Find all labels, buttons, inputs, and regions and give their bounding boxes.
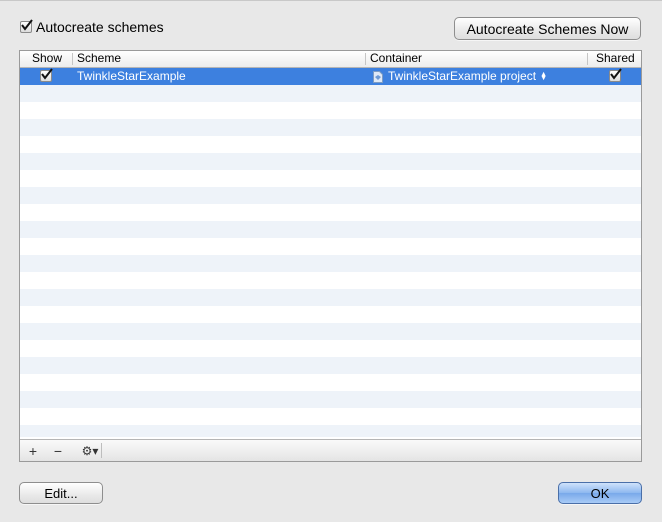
table-body: TwinkleStarExample TwinkleStarExample pr… (20, 68, 641, 437)
empty-row (20, 170, 641, 187)
empty-row (20, 221, 641, 238)
ok-button[interactable]: OK (558, 482, 642, 504)
popup-arrows-icon: ▲ ▼ (540, 70, 547, 82)
autocreate-schemes-now-button[interactable]: Autocreate Schemes Now (454, 17, 641, 40)
column-header-container[interactable]: Container (370, 51, 422, 67)
autocreate-schemes-checkbox[interactable]: Autocreate schemes (20, 19, 164, 35)
column-header-scheme[interactable]: Scheme (77, 51, 121, 67)
toolbar-divider (101, 443, 102, 458)
edit-button[interactable]: Edit... (19, 482, 103, 504)
container-name: TwinkleStarExample project (388, 69, 537, 83)
empty-row (20, 204, 641, 221)
empty-row (20, 102, 641, 119)
empty-row (20, 187, 641, 204)
project-document-icon (373, 70, 383, 83)
top-separator (0, 0, 662, 1)
remove-scheme-button[interactable]: − (46, 440, 70, 461)
empty-row (20, 85, 641, 102)
checkbox-icon[interactable] (20, 19, 33, 33)
empty-row (20, 306, 641, 323)
column-divider (587, 53, 588, 65)
empty-row (20, 255, 641, 272)
empty-row (20, 408, 641, 425)
empty-row (20, 323, 641, 340)
table-header: Show Scheme Container Shared (20, 51, 641, 68)
autocreate-schemes-label: Autocreate schemes (36, 19, 164, 35)
empty-row (20, 357, 641, 374)
shared-checkbox-icon[interactable] (609, 68, 622, 82)
empty-row (20, 238, 641, 255)
empty-row (20, 425, 641, 437)
empty-row (20, 153, 641, 170)
table-row[interactable]: TwinkleStarExample TwinkleStarExample pr… (20, 68, 641, 85)
column-header-show[interactable]: Show (32, 51, 62, 67)
empty-row (20, 391, 641, 408)
table-toolbar: + − ⚙▾ (20, 439, 641, 461)
empty-row (20, 340, 641, 357)
column-divider (365, 53, 366, 65)
empty-row (20, 374, 641, 391)
column-divider (72, 53, 73, 65)
container-popup[interactable]: TwinkleStarExample project ▲ ▼ (373, 68, 547, 85)
empty-row (20, 136, 641, 153)
empty-row (20, 289, 641, 306)
show-checkbox-icon[interactable] (40, 68, 53, 82)
empty-row (20, 119, 641, 136)
schemes-table: Show Scheme Container Shared TwinkleStar… (19, 50, 642, 462)
empty-row (20, 272, 641, 289)
column-header-shared[interactable]: Shared (596, 51, 635, 67)
scheme-name: TwinkleStarExample (77, 69, 186, 83)
add-scheme-button[interactable]: + (21, 440, 45, 461)
